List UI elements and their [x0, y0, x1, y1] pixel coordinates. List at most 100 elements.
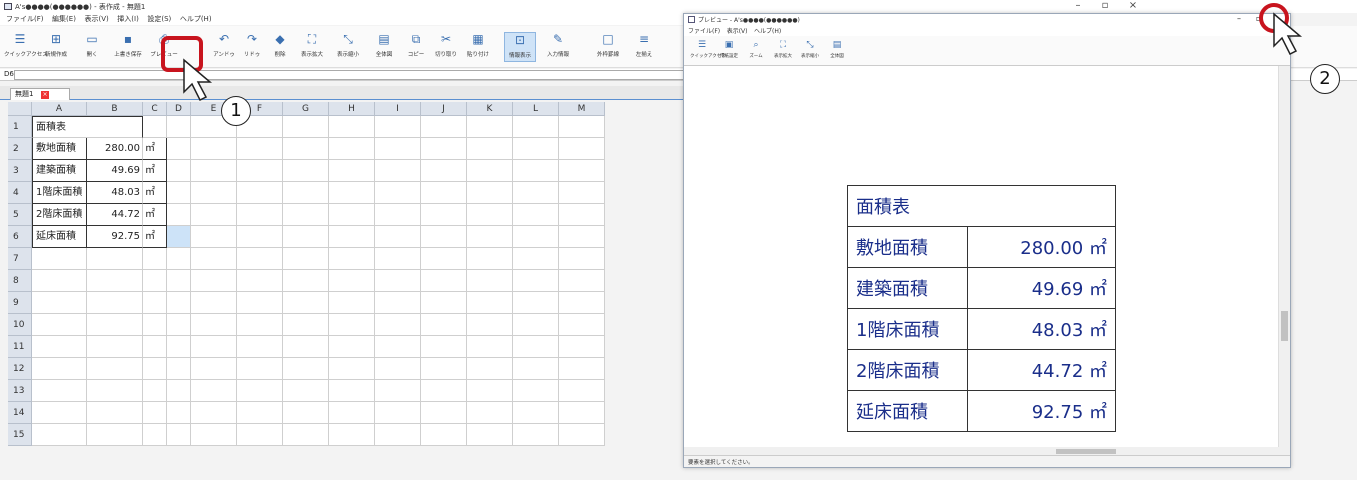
table-cell[interactable] [421, 116, 467, 138]
table-cell[interactable] [467, 204, 513, 226]
table-cell[interactable] [559, 336, 605, 358]
row-header[interactable]: 5 [8, 204, 32, 226]
table-cell[interactable] [237, 182, 283, 204]
save-button[interactable]: ▪ 上書き保存 [112, 32, 144, 62]
paste-button[interactable]: ▦ 貼り付け [462, 32, 494, 62]
table-cell[interactable] [467, 248, 513, 270]
table-cell[interactable] [191, 138, 237, 160]
table-cell[interactable] [467, 424, 513, 446]
table-cell[interactable] [421, 402, 467, 424]
row-header[interactable]: 2 [8, 138, 32, 160]
column-header[interactable]: I [375, 102, 421, 116]
table-cell[interactable] [513, 248, 559, 270]
area-label-cell[interactable]: 建築面積 [32, 160, 87, 182]
table-cell[interactable] [143, 380, 167, 402]
table-cell[interactable] [87, 292, 143, 314]
table-cell[interactable] [283, 116, 329, 138]
table-cell[interactable] [375, 402, 421, 424]
info-button[interactable]: ⊡ 情報表示 [504, 32, 536, 62]
table-cell[interactable] [467, 292, 513, 314]
table-cell[interactable] [143, 248, 167, 270]
table-cell[interactable] [421, 292, 467, 314]
table-cell[interactable] [191, 402, 237, 424]
border-button[interactable]: □ 外枠罫線 [592, 32, 624, 62]
table-cell[interactable] [329, 182, 375, 204]
area-label-cell[interactable]: 延床面積 [32, 226, 87, 248]
close-icon[interactable]: × [1118, 0, 1148, 11]
preview-minimize-icon[interactable]: – [1237, 14, 1241, 23]
table-cell[interactable] [167, 226, 191, 248]
table-cell[interactable] [237, 248, 283, 270]
preview-zoom-out-button[interactable]: ⤡ 表示縮小 [798, 40, 822, 59]
table-cell[interactable] [329, 424, 375, 446]
preview-page-setup-button[interactable]: ▣ 用紙設定 [717, 40, 741, 59]
column-header[interactable]: B [87, 102, 143, 116]
table-cell[interactable] [421, 358, 467, 380]
table-cell[interactable] [237, 380, 283, 402]
column-header[interactable]: G [283, 102, 329, 116]
table-cell[interactable] [283, 138, 329, 160]
table-cell[interactable] [467, 270, 513, 292]
column-header[interactable]: L [513, 102, 559, 116]
table-cell[interactable] [329, 116, 375, 138]
table-cell[interactable] [167, 116, 191, 138]
table-cell[interactable] [467, 314, 513, 336]
table-cell[interactable] [32, 380, 87, 402]
table-cell[interactable] [421, 160, 467, 182]
table-cell[interactable] [513, 424, 559, 446]
table-cell[interactable] [167, 138, 191, 160]
table-cell[interactable] [237, 292, 283, 314]
table-cell[interactable] [421, 336, 467, 358]
table-cell[interactable] [513, 270, 559, 292]
table-cell[interactable] [283, 248, 329, 270]
table-cell[interactable] [513, 160, 559, 182]
row-header[interactable]: 8 [8, 270, 32, 292]
table-cell[interactable] [32, 292, 87, 314]
menu-view[interactable]: 表示(V) [84, 13, 108, 25]
close-tab-icon[interactable]: × [41, 91, 49, 99]
table-cell[interactable] [421, 182, 467, 204]
table-cell[interactable] [329, 160, 375, 182]
area-unit-cell[interactable]: ㎡ [143, 160, 167, 182]
table-cell[interactable] [559, 314, 605, 336]
table-cell[interactable] [283, 336, 329, 358]
table-cell[interactable] [237, 204, 283, 226]
table-cell[interactable] [421, 138, 467, 160]
table-cell[interactable] [329, 292, 375, 314]
maximize-icon[interactable]: ▫ [1090, 0, 1120, 11]
minimize-icon[interactable]: – [1063, 0, 1093, 11]
table-cell[interactable] [513, 292, 559, 314]
table-cell[interactable] [32, 402, 87, 424]
open-button[interactable]: ▭ 開く [76, 32, 108, 62]
table-cell[interactable] [237, 138, 283, 160]
table-cell[interactable] [32, 358, 87, 380]
table-cell[interactable] [467, 226, 513, 248]
table-cell[interactable] [237, 402, 283, 424]
table-cell[interactable] [375, 204, 421, 226]
table-cell[interactable] [32, 248, 87, 270]
table-cell[interactable] [32, 270, 87, 292]
table-cell[interactable] [191, 204, 237, 226]
table-cell[interactable] [237, 314, 283, 336]
area-label-cell[interactable]: 敷地面積 [32, 138, 87, 160]
table-cell[interactable] [329, 358, 375, 380]
table-cell[interactable] [191, 248, 237, 270]
row-header[interactable]: 13 [8, 380, 32, 402]
table-cell[interactable] [421, 248, 467, 270]
column-header[interactable]: J [421, 102, 467, 116]
table-cell[interactable] [559, 424, 605, 446]
table-cell[interactable] [375, 270, 421, 292]
menu-insert[interactable]: 挿入(I) [117, 13, 139, 25]
area-value-cell[interactable]: 49.69 [87, 160, 143, 182]
table-cell[interactable] [329, 336, 375, 358]
table-cell[interactable] [559, 116, 605, 138]
table-cell[interactable] [559, 292, 605, 314]
preview-vertical-scrollbar[interactable] [1278, 66, 1290, 456]
table-cell[interactable] [191, 380, 237, 402]
preview-zoom-in-button[interactable]: ⛶ 表示拡大 [771, 40, 795, 59]
column-header[interactable]: M [559, 102, 605, 116]
table-cell[interactable] [513, 336, 559, 358]
table-cell[interactable] [421, 314, 467, 336]
table-cell[interactable] [87, 336, 143, 358]
table-cell[interactable] [143, 314, 167, 336]
